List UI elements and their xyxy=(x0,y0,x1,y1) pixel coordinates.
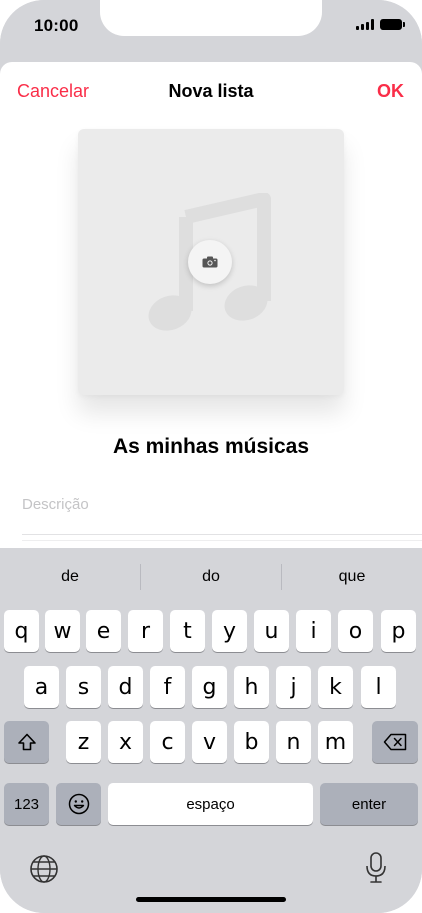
camera-icon xyxy=(202,256,218,268)
status-bar: 10:00 xyxy=(0,0,422,62)
globe-icon xyxy=(30,855,58,883)
status-icons xyxy=(356,19,405,30)
key-d[interactable]: d xyxy=(108,666,143,708)
key-j[interactable]: j xyxy=(276,666,311,708)
key-p[interactable]: p xyxy=(381,610,416,652)
nav-bar: Cancelar Nova lista OK xyxy=(0,62,422,122)
key-s[interactable]: s xyxy=(66,666,101,708)
new-playlist-sheet: Cancelar Nova lista OK As minhas músicas… xyxy=(0,62,422,548)
add-photo-button[interactable] xyxy=(188,240,232,284)
playlist-artwork[interactable] xyxy=(78,129,344,395)
signal-icon xyxy=(356,19,374,30)
ok-button[interactable]: OK xyxy=(377,81,404,102)
description-field[interactable]: Descrição xyxy=(22,496,89,513)
key-b[interactable]: b xyxy=(234,721,269,763)
dictation-button[interactable] xyxy=(364,851,388,890)
key-y[interactable]: y xyxy=(212,610,247,652)
key-k[interactable]: k xyxy=(318,666,353,708)
key-c[interactable]: c xyxy=(150,721,185,763)
key-m[interactable]: m xyxy=(318,721,353,763)
numbers-key[interactable]: 123 xyxy=(4,783,49,825)
suggestion-de[interactable]: de xyxy=(0,568,140,586)
status-time: 10:00 xyxy=(34,16,79,35)
playlist-name-field[interactable]: As minhas músicas xyxy=(0,435,422,459)
key-h[interactable]: h xyxy=(234,666,269,708)
key-a[interactable]: a xyxy=(24,666,59,708)
enter-key[interactable]: enter xyxy=(320,783,418,825)
key-e[interactable]: e xyxy=(86,610,121,652)
key-z[interactable]: z xyxy=(66,721,101,763)
battery-icon xyxy=(380,19,405,30)
divider xyxy=(22,540,422,541)
key-f[interactable]: f xyxy=(150,666,185,708)
key-i[interactable]: i xyxy=(296,610,331,652)
key-r[interactable]: r xyxy=(128,610,163,652)
key-q[interactable]: q xyxy=(4,610,39,652)
key-x[interactable]: x xyxy=(108,721,143,763)
key-n[interactable]: n xyxy=(276,721,311,763)
delete-key[interactable] xyxy=(372,721,418,763)
suggestion-do[interactable]: do xyxy=(141,568,281,586)
key-t[interactable]: t xyxy=(170,610,205,652)
key-g[interactable]: g xyxy=(192,666,227,708)
notch xyxy=(100,0,322,36)
key-w[interactable]: w xyxy=(45,610,80,652)
key-u[interactable]: u xyxy=(254,610,289,652)
divider xyxy=(22,534,422,535)
phone-screen: 10:00 Cancelar Nova lista OK As minhas m… xyxy=(0,0,422,913)
space-key[interactable]: espaço xyxy=(108,783,313,825)
emoji-key[interactable] xyxy=(56,783,101,825)
emoji-icon xyxy=(68,793,89,815)
shift-key[interactable] xyxy=(4,721,49,763)
delete-icon xyxy=(383,733,407,751)
shift-icon xyxy=(17,733,36,751)
key-v[interactable]: v xyxy=(192,721,227,763)
globe-button[interactable] xyxy=(28,853,60,890)
key-l[interactable]: l xyxy=(361,666,396,708)
microphone-icon xyxy=(366,852,386,883)
home-indicator[interactable] xyxy=(136,897,286,902)
keyboard: de do que q w e r t y u i o p a s d f g … xyxy=(0,548,422,913)
page-title: Nova lista xyxy=(168,81,254,101)
suggestion-que[interactable]: que xyxy=(282,568,422,586)
key-o[interactable]: o xyxy=(338,610,373,652)
suggestion-bar: de do que xyxy=(0,548,422,606)
